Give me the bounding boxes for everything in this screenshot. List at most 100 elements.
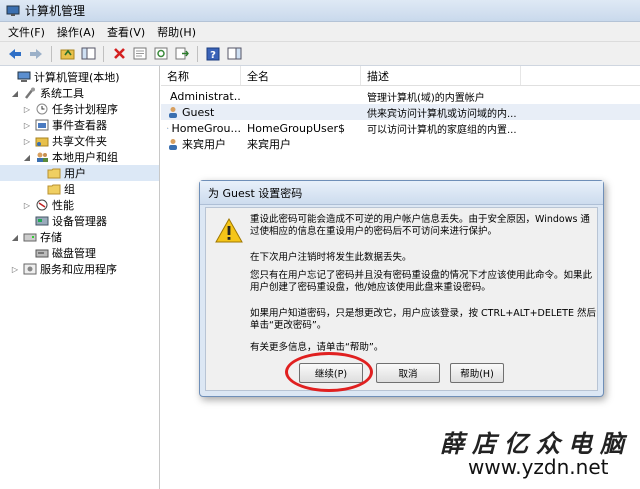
tree-item-users[interactable]: 用户 (0, 165, 159, 181)
tree-label: 本地用户和组 (52, 151, 118, 164)
table-row[interactable]: Guest 供来宾访问计算机或访问域的内... (161, 104, 640, 120)
window-title: 计算机管理 (25, 4, 86, 18)
expand-arrow-icon[interactable]: ▷ (10, 265, 20, 274)
clock-icon (36, 103, 48, 115)
disk-icon (35, 249, 49, 258)
expand-arrow-icon[interactable]: ▷ (22, 137, 32, 146)
title-bar: 计算机管理 (0, 0, 640, 22)
expand-arrow-icon[interactable]: ▷ (22, 105, 32, 114)
column-header-description[interactable]: 描述 (361, 66, 521, 85)
forward-icon[interactable] (27, 45, 45, 63)
column-header-name[interactable]: 名称 (161, 66, 241, 85)
user-fullname: 来宾用户 (247, 138, 291, 151)
user-description: 管理计算机(域)的内置帐户 (367, 92, 485, 104)
warning-icon (215, 218, 243, 243)
collapse-arrow-icon[interactable]: ◢ (22, 153, 32, 162)
tree-label: 任务计划程序 (52, 103, 118, 116)
column-header-fullname[interactable]: 全名 (241, 66, 361, 85)
tree-item-groups[interactable]: 组 (0, 181, 159, 197)
collapse-arrow-icon[interactable]: ◢ (10, 89, 20, 98)
navigation-tree: 计算机管理(本地) ◢ 系统工具 ▷ 任务计划程序 ▷ 事件查看器 ▷ 共享文件… (0, 66, 160, 489)
back-icon[interactable] (6, 45, 24, 63)
shared-folder-icon (35, 137, 49, 147)
tree-label: 服务和应用程序 (40, 263, 117, 276)
cancel-button[interactable]: 取消 (376, 363, 440, 383)
tree-item-event-viewer[interactable]: ▷ 事件查看器 (0, 117, 159, 133)
dialog-data-loss-text: 在下次用户注销时将发生此数据丢失。 (250, 252, 412, 263)
help-button[interactable]: 帮助(H) (450, 363, 504, 383)
help-icon[interactable]: ? (204, 45, 222, 63)
tree-item-storage[interactable]: ◢ 存储 (0, 229, 159, 245)
user-icon (169, 107, 177, 118)
dialog-title: 为 Guest 设置密码 (200, 181, 603, 205)
export-list-icon[interactable] (173, 45, 191, 63)
tree-item-computer-management[interactable]: 计算机管理(本地) (0, 69, 159, 85)
tree-label: 事件查看器 (52, 119, 107, 132)
tree-label: 性能 (52, 199, 74, 212)
device-manager-icon (35, 216, 49, 226)
menu-file[interactable]: 文件(F) (8, 24, 45, 40)
menu-help[interactable]: 帮助(H) (157, 24, 196, 40)
toolbar-separator (51, 45, 52, 62)
tree-item-shared-folders[interactable]: ▷ 共享文件夹 (0, 133, 159, 149)
svg-text:?: ? (210, 50, 216, 61)
tree-item-disk-management[interactable]: 磁盘管理 (0, 245, 159, 261)
properties-icon[interactable] (131, 45, 149, 63)
dialog-warning-text: 重设此密码可能会造成不可逆的用户帐户信息丢失。由于安全原因，Windows 通过… (250, 214, 590, 237)
tree-item-services-apps[interactable]: ▷ 服务和应用程序 (0, 261, 159, 277)
dialog-body: 重设此密码可能会造成不可逆的用户帐户信息丢失。由于安全原因，Windows 通过… (205, 207, 598, 391)
user-icon (167, 127, 169, 129)
services-icon (23, 263, 37, 275)
user-name: 来宾用户 (182, 138, 226, 151)
folder-icon (47, 168, 61, 179)
toolbar-separator (103, 45, 104, 62)
list-header: 名称 全名 描述 (161, 66, 640, 86)
expand-arrow-icon[interactable]: ▷ (22, 201, 32, 210)
toolbar: ? (0, 42, 640, 66)
table-row[interactable]: 来宾用户 来宾用户 (161, 136, 640, 152)
refresh-icon[interactable] (152, 45, 170, 63)
tree-label: 用户 (64, 167, 86, 180)
computer-icon (17, 71, 31, 82)
action-pane-icon[interactable] (225, 45, 243, 63)
users-icon (37, 152, 48, 162)
computer-management-icon (6, 5, 20, 16)
dialog-help-text: 有关更多信息，请单击“帮助”。 (250, 342, 384, 353)
user-description: 可以访问计算机的家庭组的内置... (367, 124, 517, 136)
highlight-circle (285, 352, 373, 392)
tree-label: 共享文件夹 (52, 135, 107, 148)
table-row[interactable]: HomeGrou... HomeGroupUser$ 可以访问计算机的家庭组的内… (161, 120, 640, 136)
collapse-arrow-icon[interactable]: ◢ (10, 233, 20, 242)
tree-item-system-tools[interactable]: ◢ 系统工具 (0, 85, 159, 101)
show-tree-icon[interactable] (79, 45, 97, 63)
watermark-chinese: 薛店亿众电脑 (440, 429, 632, 458)
user-name: Administrat... (170, 89, 241, 103)
user-fullname: HomeGroupUser$ (247, 121, 346, 135)
tree-label: 计算机管理(本地) (34, 71, 120, 84)
storage-icon (23, 233, 37, 242)
set-password-dialog: 为 Guest 设置密码 重设此密码可能会造成不可逆的用户帐户信息丢失。由于安全… (199, 180, 604, 397)
tools-icon (25, 87, 35, 99)
tree-item-performance[interactable]: ▷ 性能 (0, 197, 159, 213)
toolbar-separator (197, 45, 198, 62)
table-row[interactable]: Administrat... 管理计算机(域)的内置帐户 (161, 88, 640, 104)
dialog-reset-disk-text: 您只有在用户忘记了密码并且没有密码重设盘的情况下才应该使用此命令。如果此用户创建… (250, 270, 593, 293)
user-name: Guest (182, 105, 215, 119)
tree-item-local-users-groups[interactable]: ◢ 本地用户和组 (0, 149, 159, 165)
user-name: HomeGrou... (171, 121, 241, 135)
tree-item-device-manager[interactable]: 设备管理器 (0, 213, 159, 229)
tree-label: 存储 (40, 231, 62, 244)
menu-action[interactable]: 操作(A) (57, 24, 95, 40)
user-icon (169, 139, 177, 150)
performance-icon (36, 199, 48, 211)
folder-icon (47, 184, 61, 195)
event-viewer-icon (35, 119, 49, 131)
expand-arrow-icon[interactable]: ▷ (22, 121, 32, 130)
delete-icon[interactable] (110, 45, 128, 63)
tree-item-task-scheduler[interactable]: ▷ 任务计划程序 (0, 101, 159, 117)
menu-view[interactable]: 查看(V) (107, 24, 145, 40)
up-folder-icon[interactable] (58, 45, 76, 63)
watermark-url: www.yzdn.net (468, 455, 609, 479)
user-description: 供来宾访问计算机或访问域的内... (367, 108, 517, 120)
tree-label: 设备管理器 (52, 215, 107, 228)
